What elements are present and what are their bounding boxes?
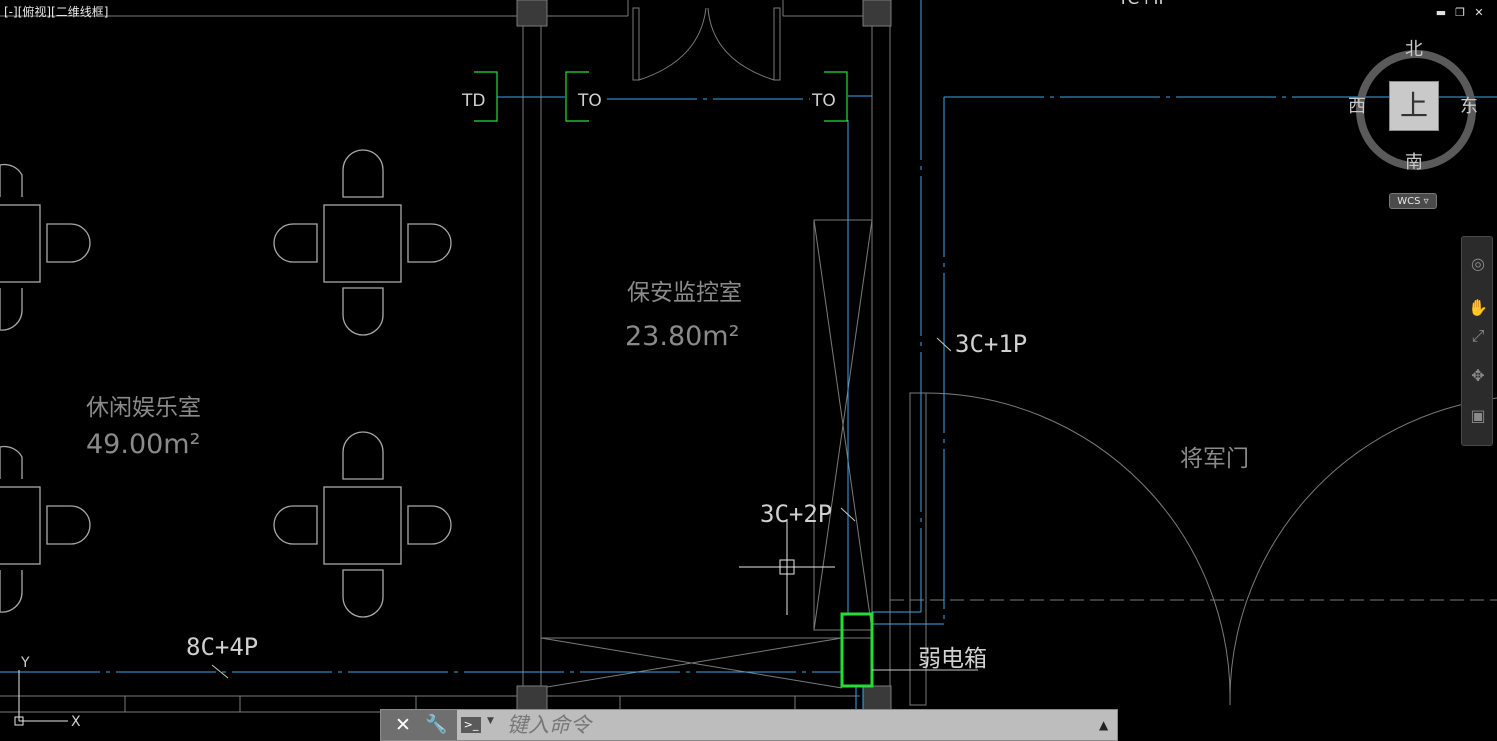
command-prompt-icon[interactable]: >_ [461, 717, 481, 733]
room-name-security: 保安监控室 [627, 280, 742, 306]
chevron-down-icon[interactable]: ▼ [487, 716, 494, 726]
compass-north[interactable]: 北 [1405, 40, 1423, 60]
restore-icon[interactable]: ❐ [1453, 6, 1467, 20]
close-icon[interactable]: ✕ [1472, 6, 1486, 20]
navigation-bar: ◎ ✋ ⤢ ✥ ▣ [1461, 236, 1493, 446]
compass-east[interactable]: 东 [1460, 97, 1478, 117]
to-label: TO [577, 91, 602, 111]
command-input[interactable] [507, 713, 1067, 737]
compass-south[interactable]: 南 [1405, 153, 1423, 173]
viewport-controls-label[interactable]: [-][俯视][二维线框] [4, 5, 108, 19]
ucs-y-label: Y [20, 655, 30, 671]
cable-label-3c1p: 3C+1P [955, 330, 1027, 358]
room-area-security: 23.80m² [625, 321, 739, 352]
viewcube-top-face[interactable]: 上 [1389, 81, 1439, 131]
to-label: TO [811, 91, 836, 111]
orbit-icon[interactable]: ✥ [1467, 365, 1489, 387]
wrench-icon[interactable]: 🔧 [425, 714, 447, 736]
door-label: 将军门 [1180, 446, 1249, 472]
ucs-x-label: X [71, 714, 81, 730]
room-area-leisure: 49.00m² [86, 429, 200, 460]
room-name-leisure: 休闲娱乐室 [86, 395, 201, 421]
zoom-extents-icon[interactable]: ⤢ [1467, 325, 1489, 347]
wcs-menu[interactable]: WCS ▿ [1389, 193, 1437, 209]
command-line-tools: ✕ 🔧 [381, 710, 457, 740]
box-label: 弱电箱 [918, 646, 987, 672]
pan-icon[interactable]: ✋ [1467, 297, 1489, 319]
cable-label-8c4p: 8C+4P [186, 633, 258, 661]
history-icon[interactable]: ▲ [1099, 718, 1108, 732]
showmotion-icon[interactable]: ▣ [1467, 405, 1489, 427]
compass-west[interactable]: 西 [1348, 97, 1366, 117]
td-label: TD [461, 91, 485, 111]
top-cut-text: TC+IP [1117, 0, 1169, 9]
minimize-icon[interactable]: ▬ [1434, 6, 1448, 20]
drawing-canvas[interactable]: TD TO TO TC+IP 3C+1P 3C+2P 8C+4P Y X 保安监… [0, 0, 1497, 741]
cable-label-3c2p: 3C+2P [760, 500, 832, 528]
command-line: ✕ 🔧 >_ ▼ ▲ [380, 709, 1118, 741]
close-icon[interactable]: ✕ [395, 714, 411, 736]
viewcube[interactable]: 上 北 南 东 西 [1346, 38, 1486, 178]
steering-wheel-icon[interactable]: ◎ [1467, 253, 1489, 275]
